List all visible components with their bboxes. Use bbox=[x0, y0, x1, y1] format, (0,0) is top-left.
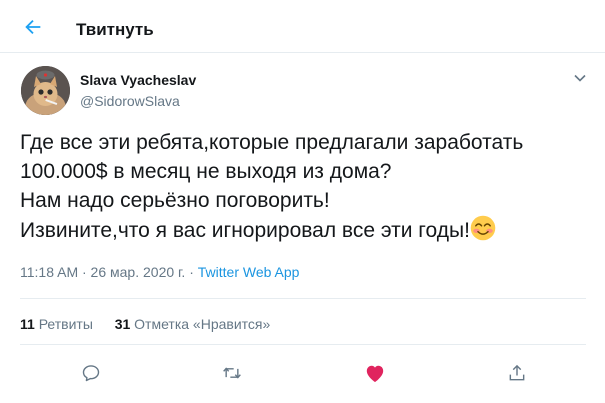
page-title: Твитнуть bbox=[76, 20, 154, 39]
tweet-meta: 11:18 AM · 26 мар. 2020 г. · Twitter Web… bbox=[20, 264, 299, 280]
reply-button[interactable] bbox=[78, 360, 104, 386]
page-header: Твитнуть bbox=[0, 0, 605, 53]
tweet-stats: 11 Ретвиты 31 Отметка «Нравится» bbox=[20, 316, 270, 332]
share-button[interactable] bbox=[504, 360, 530, 386]
author-handle[interactable]: @SidorowSlava bbox=[80, 93, 180, 109]
retweets-stat[interactable]: 11 Ретвиты bbox=[20, 316, 93, 332]
author-name[interactable]: Slava Vyacheslav bbox=[80, 72, 196, 88]
likes-stat[interactable]: 31 Отметка «Нравится» bbox=[115, 316, 271, 332]
like-button[interactable] bbox=[362, 360, 388, 386]
likes-count: 31 bbox=[114, 316, 131, 332]
cat-avatar-icon bbox=[21, 66, 70, 115]
tweet-text-line: Где все эти ребята,которые предлагали за… bbox=[20, 131, 524, 154]
divider bbox=[20, 344, 586, 345]
heart-icon bbox=[366, 365, 384, 383]
divider bbox=[20, 298, 586, 299]
retweets-label: Ретвиты bbox=[38, 316, 93, 332]
avatar[interactable] bbox=[21, 66, 70, 115]
meta-separator: · bbox=[185, 264, 198, 280]
tweet-text-line: Нам надо серьёзно поговорить! bbox=[20, 189, 330, 212]
back-button[interactable] bbox=[20, 14, 46, 40]
share-icon bbox=[509, 364, 525, 381]
tweet-source-link[interactable]: Twitter Web App bbox=[198, 264, 300, 280]
reply-icon bbox=[82, 365, 100, 382]
more-options-button[interactable] bbox=[572, 70, 588, 86]
smiling-face-emoji-icon bbox=[470, 215, 496, 241]
tweet-text-line-last: Извините,что я вас игнорировал все эти г… bbox=[20, 215, 590, 245]
tweet-text-line-content: Извините,что я вас игнорировал все эти г… bbox=[20, 219, 470, 242]
tweet-timestamp[interactable]: 11:18 AM · 26 мар. 2020 г. bbox=[20, 264, 185, 280]
retweets-count: 11 bbox=[20, 316, 35, 332]
tweet-text: Где все эти ребята,которые предлагали за… bbox=[20, 128, 590, 245]
arrow-left-icon bbox=[25, 19, 41, 35]
tweet-text-line: 100.000$ в месяц не выходя из дома? bbox=[20, 160, 392, 183]
chevron-down-icon bbox=[574, 74, 586, 82]
retweet-button[interactable] bbox=[219, 360, 245, 386]
tweet-action-bar bbox=[0, 360, 605, 388]
retweet-icon bbox=[223, 367, 241, 379]
likes-label: Отметка «Нравится» bbox=[134, 316, 271, 332]
